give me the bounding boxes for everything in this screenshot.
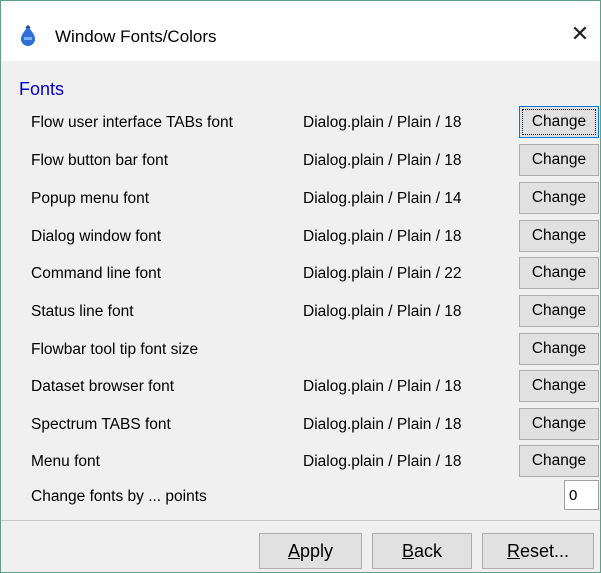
font-row-popup-menu: Popup menu font Dialog.plain / Plain / 1… xyxy=(1,181,600,215)
change-status-line-font-button[interactable]: Change xyxy=(519,295,599,327)
font-row-label: Flow user interface TABs font xyxy=(31,114,233,131)
reset-mnemonic: R xyxy=(506,540,520,561)
change-tooltip-font-size-button[interactable]: Change xyxy=(519,333,599,365)
apply-mnemonic: A xyxy=(287,540,300,561)
font-row-value: Dialog.plain / Plain / 18 xyxy=(303,416,462,433)
font-row-value: Dialog.plain / Plain / 14 xyxy=(303,190,462,207)
change-menu-font-button[interactable]: Change xyxy=(519,445,599,477)
font-row-spectrum-tabs: Spectrum TABS font Dialog.plain / Plain … xyxy=(1,407,600,441)
back-mnemonic: B xyxy=(401,540,414,561)
font-row-value: Dialog.plain / Plain / 18 xyxy=(303,378,462,395)
fonts-panel: Fonts Flow user interface TABs font Dial… xyxy=(1,61,600,520)
close-icon[interactable]: ✕ xyxy=(567,21,593,49)
points-input[interactable] xyxy=(564,480,599,510)
reset-label: eset... xyxy=(519,540,570,561)
change-dataset-browser-font-button[interactable]: Change xyxy=(519,370,599,402)
apply-label: pply xyxy=(299,540,334,561)
font-row-label: Status line font xyxy=(31,303,134,320)
reset-button[interactable]: Reset... xyxy=(482,533,594,569)
change-spectrum-tabs-font-button[interactable]: Change xyxy=(519,408,599,440)
dialog-window: Window Fonts/Colors ✕ Fonts Flow user in… xyxy=(0,0,601,573)
section-title: Fonts xyxy=(19,79,65,99)
font-row-label: Flowbar tool tip font size xyxy=(31,341,199,358)
font-row-value: Dialog.plain / Plain / 18 xyxy=(303,303,462,320)
font-row-value: Dialog.plain / Plain / 18 xyxy=(303,114,462,131)
font-row-value: Dialog.plain / Plain / 18 xyxy=(303,228,462,245)
font-row-label: Dialog window font xyxy=(31,228,162,245)
font-row-tooltip-size: Flowbar tool tip font size Change xyxy=(1,332,600,366)
change-dialog-window-font-button[interactable]: Change xyxy=(519,220,599,252)
font-row-value: Dialog.plain / Plain / 18 xyxy=(303,453,462,470)
back-label: ack xyxy=(414,540,443,561)
font-row-command-line: Command line font Dialog.plain / Plain /… xyxy=(1,256,600,290)
button-bar: Apply Back Reset... xyxy=(1,520,600,572)
apply-button[interactable]: Apply xyxy=(259,533,362,569)
font-row-ui-tabs: Flow user interface TABs font Dialog.pla… xyxy=(1,105,600,139)
font-row-value: Dialog.plain / Plain / 22 xyxy=(303,265,462,282)
font-row-label: Flow button bar font xyxy=(31,152,168,169)
change-ui-tabs-font-button[interactable]: Change xyxy=(519,106,599,138)
droplet-icon xyxy=(18,24,38,47)
change-popup-menu-font-button[interactable]: Change xyxy=(519,182,599,214)
font-row-button-bar: Flow button bar font Dialog.plain / Plai… xyxy=(1,143,600,177)
font-row-label: Command line font xyxy=(31,265,162,282)
change-button-bar-font-button[interactable]: Change xyxy=(519,144,599,176)
font-row-label: Spectrum TABS font xyxy=(31,416,171,433)
font-row-label: Menu font xyxy=(31,453,100,470)
points-label: Change fonts by ... points xyxy=(31,488,207,505)
font-row-value: Dialog.plain / Plain / 18 xyxy=(303,152,462,169)
window-title: Window Fonts/Colors xyxy=(55,27,217,46)
change-command-line-font-button[interactable]: Change xyxy=(519,257,599,289)
font-row-dialog-window: Dialog window font Dialog.plain / Plain … xyxy=(1,219,600,253)
title-bar: Window Fonts/Colors ✕ xyxy=(1,1,600,61)
points-row: Change fonts by ... points xyxy=(1,479,600,513)
back-button[interactable]: Back xyxy=(372,533,472,569)
font-row-label: Dataset browser font xyxy=(31,378,175,395)
font-row-menu: Menu font Dialog.plain / Plain / 18 Chan… xyxy=(1,444,600,478)
font-row-dataset-browser: Dataset browser font Dialog.plain / Plai… xyxy=(1,369,600,403)
font-row-status-line: Status line font Dialog.plain / Plain / … xyxy=(1,294,600,328)
font-row-label: Popup menu font xyxy=(31,190,150,207)
